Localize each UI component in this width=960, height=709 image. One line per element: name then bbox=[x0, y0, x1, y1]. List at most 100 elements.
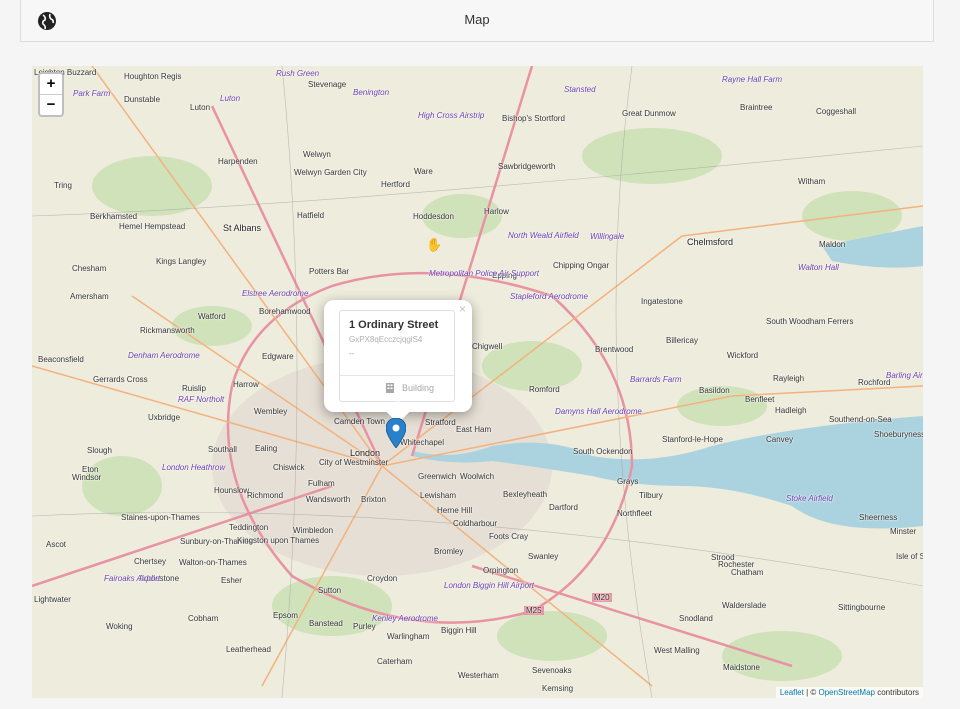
location-street: 1 Ordinary Street bbox=[349, 319, 439, 331]
place-label: Walderslade bbox=[722, 601, 767, 610]
airport-label: Luton bbox=[220, 94, 241, 103]
place-label: Northfleet bbox=[617, 509, 652, 518]
road-shield: M20 bbox=[592, 593, 612, 602]
place-label: Chertsey bbox=[134, 557, 167, 566]
place-label: Kings Langley bbox=[156, 257, 207, 266]
map-attribution: Leaflet | © OpenStreetMap contributors bbox=[775, 687, 923, 698]
place-label: Basildon bbox=[699, 386, 730, 395]
location-popup: × 1 Ordinary Street GxPX8qEcczcjqgiS4 --… bbox=[324, 300, 472, 424]
place-label: Walton-on-Thames bbox=[179, 558, 247, 567]
place-label: Herne Hill bbox=[437, 506, 473, 515]
place-label: Welwyn bbox=[303, 150, 331, 159]
place-label: Gerrards Cross bbox=[93, 375, 148, 384]
place-label: Hoddesdon bbox=[413, 212, 454, 221]
place-label: Canvey bbox=[766, 435, 794, 444]
airport-label: Denham Aerodrome bbox=[128, 351, 200, 360]
airport-label: Willingale bbox=[590, 232, 625, 241]
airport-label: North Weald Airfield bbox=[508, 231, 579, 240]
place-label: London bbox=[350, 448, 381, 458]
airport-label: Fairoaks Airport bbox=[104, 574, 161, 583]
place-label: Westerham bbox=[458, 671, 499, 680]
place-label: Beaconsfield bbox=[38, 355, 84, 364]
place-label: St Albans bbox=[223, 223, 262, 233]
map-view[interactable]: Leighton Buzzard Houghton Regis Dunstabl… bbox=[32, 66, 923, 698]
place-label: Dartford bbox=[549, 503, 578, 512]
place-label: Houghton Regis bbox=[124, 72, 182, 81]
airport-label: Benington bbox=[353, 88, 390, 97]
place-label: Tilbury bbox=[639, 491, 663, 500]
place-label: Woolwich bbox=[460, 472, 495, 481]
place-label: Maldon bbox=[819, 240, 846, 249]
place-label: Greenwich bbox=[418, 472, 457, 481]
place-label: Harlow bbox=[484, 207, 509, 216]
hand-cursor-icon: ✋ bbox=[426, 237, 443, 252]
place-label: Teddington bbox=[229, 523, 269, 532]
place-label: Uxbridge bbox=[148, 413, 181, 422]
location-marker-icon[interactable] bbox=[386, 418, 406, 448]
attribution-separator: | © bbox=[803, 688, 819, 697]
airport-label: Stansted bbox=[564, 85, 596, 94]
place-label: Hemel Hempstead bbox=[119, 222, 186, 231]
place-label: Hounslow bbox=[214, 486, 250, 495]
place-label: City of Westminster bbox=[319, 458, 389, 467]
place-label: Isle of Sheppey bbox=[896, 552, 923, 561]
road-shield: M25 bbox=[524, 606, 544, 615]
page-header: Map bbox=[20, 0, 934, 42]
place-label: Chatham bbox=[731, 568, 764, 577]
place-label: West Malling bbox=[654, 646, 700, 655]
place-label: Banstead bbox=[309, 619, 343, 628]
place-label: Sawbridgeworth bbox=[498, 162, 556, 171]
airport-label: Walton Hall bbox=[798, 263, 839, 272]
place-label: Braintree bbox=[740, 103, 773, 112]
place-label: Chesham bbox=[72, 264, 107, 273]
airport-label: Rayne Hall Farm bbox=[722, 75, 783, 84]
place-label: Ingatestone bbox=[641, 297, 683, 306]
place-label: Fulham bbox=[308, 479, 335, 488]
place-label: Richmond bbox=[247, 491, 284, 500]
place-label: Harpenden bbox=[218, 157, 258, 166]
place-label: Bromley bbox=[434, 547, 464, 556]
place-label: Woking bbox=[106, 622, 133, 631]
popup-close-button[interactable]: × bbox=[459, 302, 466, 316]
attribution-suffix: contributors bbox=[874, 688, 919, 697]
place-label: Southend-on-Sea bbox=[829, 415, 892, 424]
place-label: Hertford bbox=[381, 180, 410, 189]
place-label: Purley bbox=[353, 622, 376, 631]
place-label: Bexleyheath bbox=[503, 490, 548, 499]
place-label: Borehamwood bbox=[259, 307, 311, 316]
place-label: Stratford bbox=[425, 418, 456, 427]
location-card[interactable]: 1 Ordinary Street GxPX8qEcczcjqgiS4 -- B… bbox=[339, 310, 455, 402]
airport-label: Damyns Hall Aerodrome bbox=[555, 407, 642, 416]
place-label: Ascot bbox=[46, 540, 67, 549]
place-label: Slough bbox=[87, 446, 112, 455]
place-label: Southall bbox=[208, 445, 237, 454]
place-label: Benfleet bbox=[745, 395, 775, 404]
zoom-control: + − bbox=[38, 72, 64, 117]
zoom-out-button[interactable]: − bbox=[40, 94, 62, 115]
place-label: Stanford-le-Hope bbox=[662, 435, 723, 444]
place-label: Minster bbox=[890, 527, 917, 536]
osm-link[interactable]: OpenStreetMap bbox=[818, 688, 874, 697]
place-label: Sheerness bbox=[859, 513, 898, 522]
place-label: Brentwood bbox=[595, 345, 634, 354]
place-label: Edgware bbox=[262, 352, 294, 361]
zoom-in-button[interactable]: + bbox=[40, 74, 62, 94]
leaflet-link[interactable]: Leaflet bbox=[780, 688, 804, 697]
place-label: East Ham bbox=[456, 425, 492, 434]
place-label: Coggeshall bbox=[816, 107, 857, 116]
place-label: Biggin Hill bbox=[441, 626, 477, 635]
place-label: Billericay bbox=[666, 336, 699, 345]
place-label: Great Dunmow bbox=[622, 109, 676, 118]
place-label: Welwyn Garden City bbox=[294, 168, 367, 177]
place-label: Bishop's Stortford bbox=[502, 114, 565, 123]
building-icon bbox=[386, 383, 394, 393]
card-divider bbox=[340, 375, 454, 376]
place-label: Sevenoaks bbox=[532, 666, 572, 675]
place-label: Caterham bbox=[377, 657, 413, 666]
place-label: Windsor bbox=[72, 473, 102, 482]
place-label: Grays bbox=[617, 477, 639, 486]
place-label: Staines-upon-Thames bbox=[121, 513, 200, 522]
place-label: Ruislip bbox=[182, 384, 207, 393]
place-label: Chiswick bbox=[273, 463, 305, 472]
place-label: Stevenage bbox=[308, 80, 347, 89]
